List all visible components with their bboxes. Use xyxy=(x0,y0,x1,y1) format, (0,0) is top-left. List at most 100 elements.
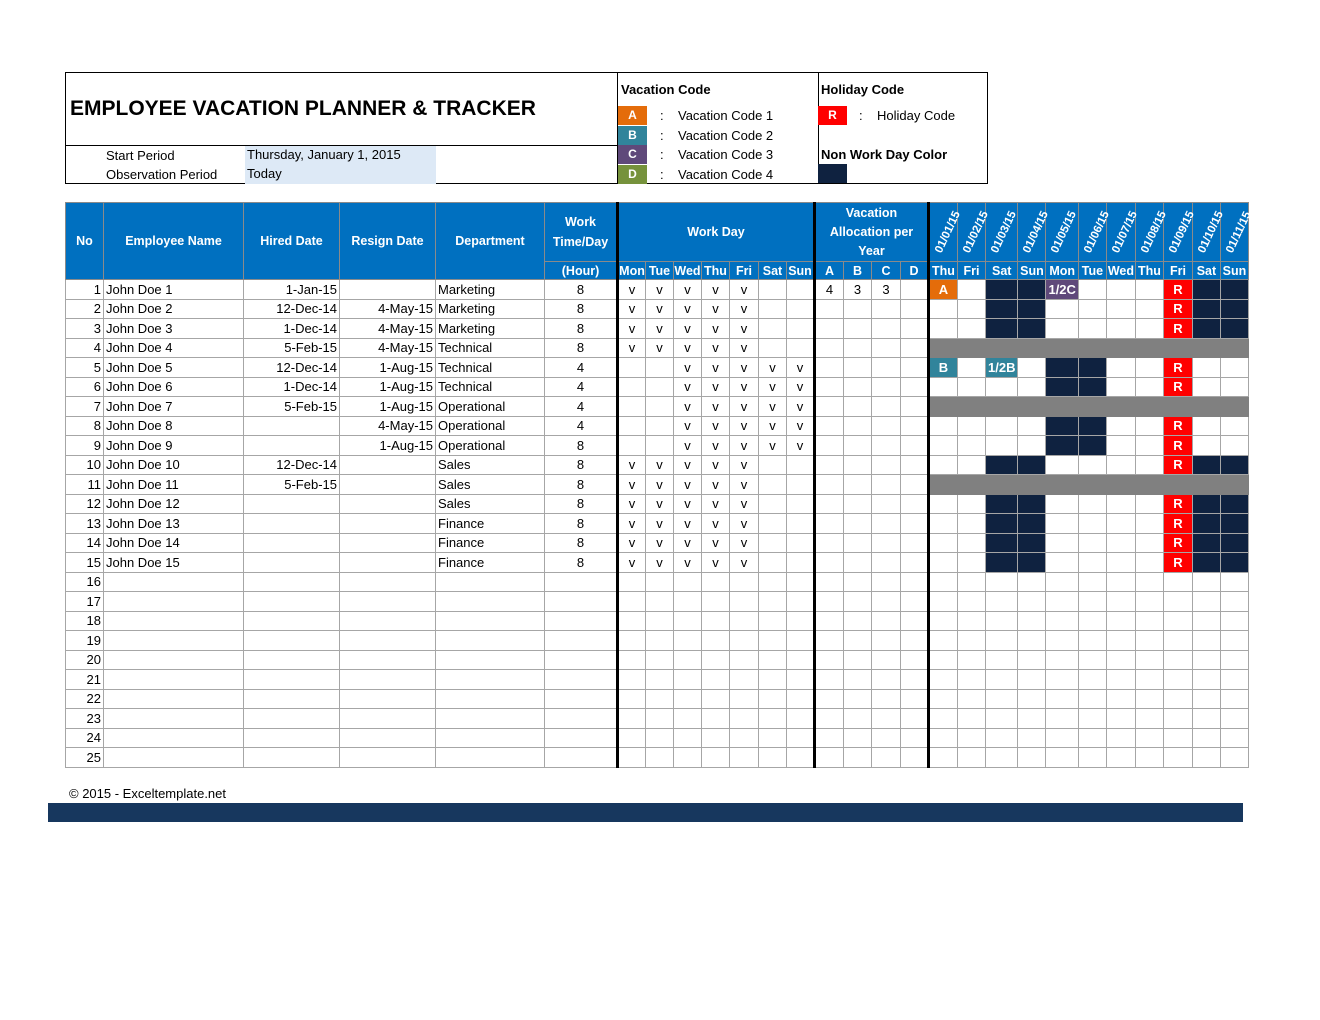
calendar-cell[interactable]: R xyxy=(1162,454,1193,475)
cell-allocation[interactable] xyxy=(843,669,872,690)
cell-work-day[interactable]: v xyxy=(673,337,702,358)
calendar-cell[interactable]: A xyxy=(927,279,958,300)
calendar-cell[interactable] xyxy=(1105,435,1136,456)
calendar-cell[interactable] xyxy=(1077,415,1107,436)
cell-work-hours[interactable]: 8 xyxy=(544,337,618,358)
cell-allocation[interactable] xyxy=(871,298,901,319)
cell-allocation[interactable] xyxy=(813,727,844,748)
calendar-cell[interactable] xyxy=(927,688,958,709)
calendar-cell[interactable] xyxy=(1105,669,1136,690)
calendar-cell[interactable] xyxy=(1191,454,1221,475)
calendar-cell[interactable] xyxy=(1017,727,1047,748)
calendar-cell[interactable] xyxy=(984,630,1019,651)
calendar-cell[interactable] xyxy=(1045,630,1079,651)
cell-work-day[interactable] xyxy=(786,669,815,690)
cell-work-day[interactable] xyxy=(616,610,646,631)
calendar-cell[interactable] xyxy=(957,513,986,534)
cell-department[interactable]: Sales xyxy=(435,454,545,475)
calendar-cell[interactable] xyxy=(1045,669,1079,690)
calendar-cell[interactable] xyxy=(984,708,1019,729)
calendar-cell[interactable] xyxy=(1162,571,1193,592)
cell-work-day[interactable]: v xyxy=(645,318,674,339)
cell-allocation[interactable] xyxy=(843,747,872,768)
calendar-cell[interactable] xyxy=(1045,376,1079,397)
cell-allocation[interactable] xyxy=(813,454,844,475)
calendar-cell[interactable]: 1/2B xyxy=(984,357,1019,378)
cell-work-day[interactable]: v xyxy=(729,396,759,417)
calendar-cell[interactable] xyxy=(927,298,958,319)
calendar-cell[interactable] xyxy=(1077,688,1107,709)
cell-allocation[interactable] xyxy=(843,376,872,397)
cell-work-day[interactable] xyxy=(729,649,759,670)
calendar-cell[interactable]: R xyxy=(1162,318,1193,339)
cell-work-day[interactable] xyxy=(786,727,815,748)
calendar-cell[interactable] xyxy=(1219,454,1249,475)
cell-work-day[interactable] xyxy=(786,337,815,358)
cell-work-hours[interactable] xyxy=(544,649,618,670)
cell-department[interactable] xyxy=(435,649,545,670)
cell-hired-date[interactable] xyxy=(243,630,340,651)
calendar-cell[interactable] xyxy=(1077,279,1107,300)
cell-work-day[interactable] xyxy=(701,669,730,690)
cell-allocation[interactable] xyxy=(871,708,901,729)
cell-resign-date[interactable] xyxy=(339,279,436,300)
calendar-cell[interactable] xyxy=(1105,279,1136,300)
cell-work-day[interactable] xyxy=(729,727,759,748)
calendar-cell[interactable] xyxy=(1045,415,1079,436)
cell-allocation[interactable] xyxy=(813,415,844,436)
calendar-cell[interactable] xyxy=(984,552,1019,573)
cell-work-hours[interactable] xyxy=(544,610,618,631)
calendar-cell[interactable] xyxy=(1191,708,1221,729)
cell-allocation[interactable] xyxy=(813,298,844,319)
cell-allocation[interactable] xyxy=(813,532,844,553)
calendar-cell[interactable] xyxy=(1017,415,1047,436)
cell-work-hours[interactable]: 8 xyxy=(544,552,618,573)
cell-work-day[interactable] xyxy=(673,610,702,631)
cell-employee-name[interactable] xyxy=(103,610,244,631)
calendar-cell[interactable] xyxy=(1017,435,1047,456)
calendar-cell[interactable] xyxy=(1219,532,1249,553)
calendar-cell[interactable] xyxy=(1134,435,1164,456)
cell-work-day[interactable] xyxy=(645,727,674,748)
cell-work-day[interactable] xyxy=(645,435,674,456)
calendar-cell[interactable] xyxy=(1134,571,1164,592)
cell-work-day[interactable] xyxy=(758,532,787,553)
calendar-cell[interactable] xyxy=(1219,571,1249,592)
cell-allocation[interactable] xyxy=(843,454,872,475)
cell-work-day[interactable] xyxy=(758,493,787,514)
cell-department[interactable] xyxy=(435,669,545,690)
calendar-cell[interactable] xyxy=(957,610,986,631)
cell-allocation[interactable] xyxy=(900,571,929,592)
cell-work-day[interactable] xyxy=(616,688,646,709)
cell-department[interactable]: Marketing xyxy=(435,318,545,339)
cell-work-day[interactable] xyxy=(673,688,702,709)
calendar-cell[interactable] xyxy=(1045,649,1079,670)
calendar-cell[interactable] xyxy=(1017,552,1047,573)
calendar-cell[interactable] xyxy=(927,513,958,534)
cell-work-day[interactable]: v xyxy=(673,396,702,417)
cell-resign-date[interactable] xyxy=(339,688,436,709)
calendar-cell[interactable] xyxy=(1191,435,1221,456)
cell-work-day[interactable] xyxy=(758,591,787,612)
calendar-cell[interactable] xyxy=(1045,688,1079,709)
start-period-field[interactable]: Thursday, January 1, 2015 xyxy=(245,146,436,165)
calendar-cell[interactable] xyxy=(1191,357,1221,378)
cell-work-day[interactable] xyxy=(758,298,787,319)
cell-work-day[interactable] xyxy=(786,279,815,300)
cell-work-hours[interactable]: 8 xyxy=(544,493,618,514)
cell-work-day[interactable] xyxy=(616,571,646,592)
cell-work-day[interactable]: v xyxy=(616,454,646,475)
cell-employee-name[interactable] xyxy=(103,727,244,748)
cell-work-day[interactable]: v xyxy=(729,552,759,573)
cell-allocation[interactable] xyxy=(813,747,844,768)
cell-work-day[interactable]: v xyxy=(645,298,674,319)
cell-allocation[interactable] xyxy=(871,357,901,378)
cell-work-day[interactable]: v xyxy=(758,435,787,456)
cell-hired-date[interactable] xyxy=(243,747,340,768)
calendar-cell[interactable] xyxy=(1105,688,1136,709)
cell-allocation[interactable] xyxy=(813,376,844,397)
calendar-cell[interactable] xyxy=(1219,649,1249,670)
calendar-cell[interactable]: R xyxy=(1162,279,1193,300)
cell-employee-name[interactable]: John Doe 1 xyxy=(103,279,244,300)
calendar-cell[interactable] xyxy=(1162,688,1193,709)
